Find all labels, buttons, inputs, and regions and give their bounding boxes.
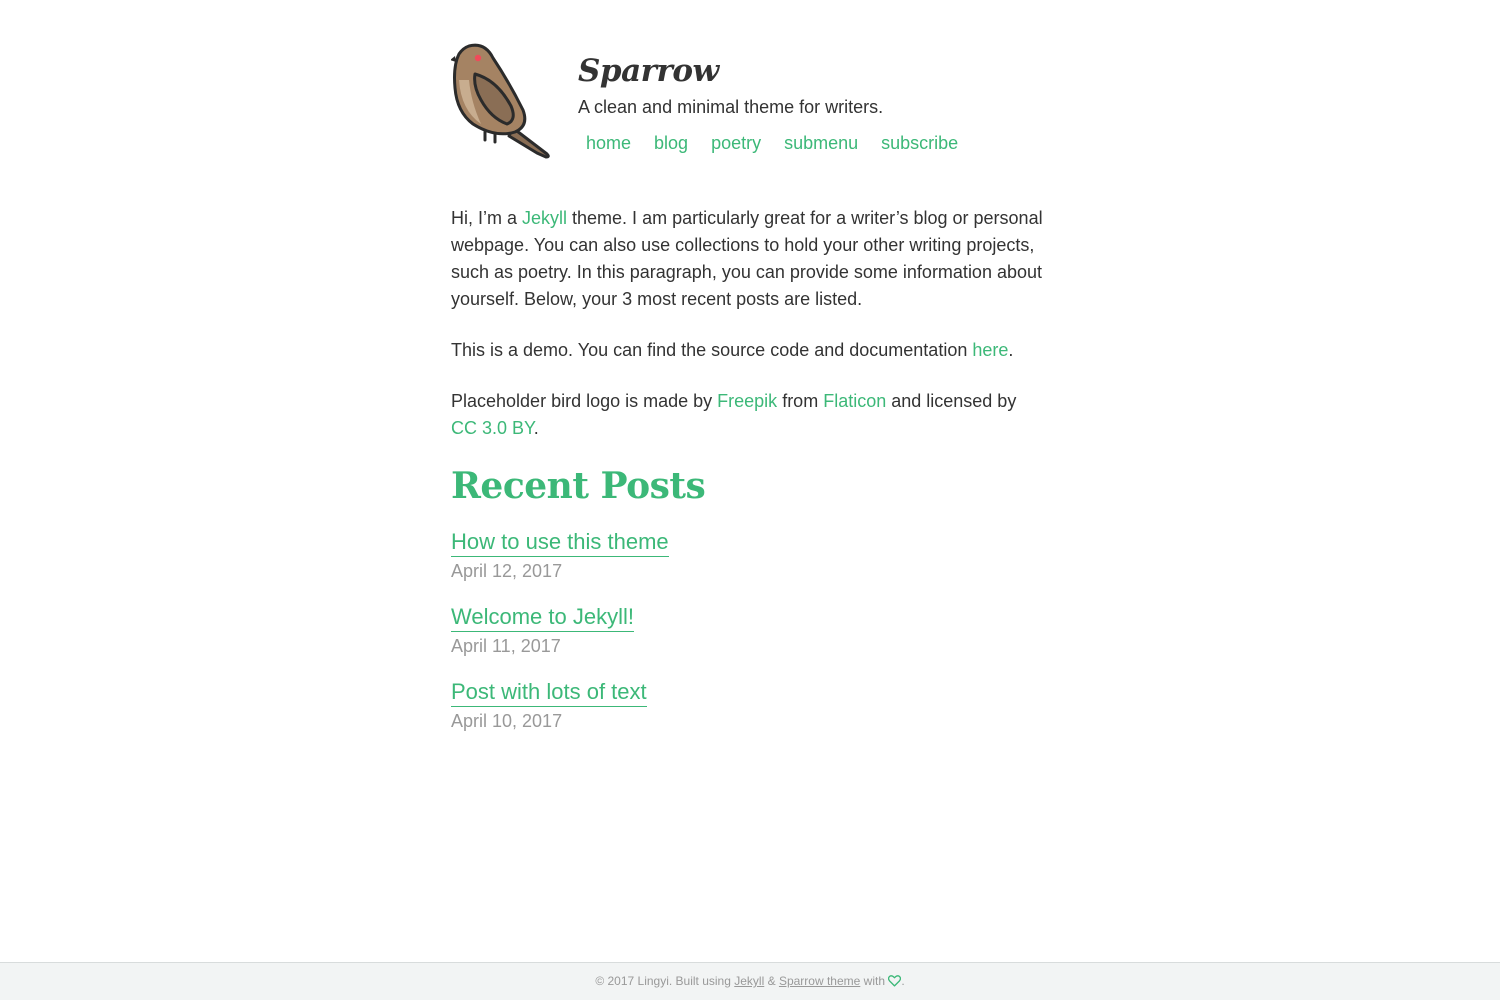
credits-text-3: and licensed by [886,391,1017,411]
credits-end: . [533,418,539,438]
heart-icon [888,975,902,987]
site-header: Sparrow A clean and minimal theme for wr… [451,40,1046,160]
post-date: April 11, 2017 [451,636,561,656]
brand: Sparrow A clean and minimal theme for wr… [578,54,958,154]
site-description: A clean and minimal theme for writers. [578,97,884,117]
post-title-link[interactable]: Post with lots of text [451,678,647,707]
post-title-link[interactable]: Welcome to Jekyll! [451,603,634,632]
footer-with: with [860,974,889,988]
nav-blog[interactable]: blog [654,132,688,154]
post-item: Post with lots of text April 10, 2017 [451,678,1046,733]
footer-copyright: © 2017 Lingyi. Built using [595,974,735,988]
post-item: Welcome to Jekyll! April 11, 2017 [451,603,1046,658]
page: Sparrow A clean and minimal theme for wr… [0,0,1500,1000]
nav-submenu[interactable]: submenu [784,132,858,154]
nav-poetry[interactable]: poetry [711,132,761,154]
demo-end: . [1008,340,1014,360]
footer-jekyll-link[interactable]: Jekyll [734,974,764,988]
post-item: How to use this theme April 12, 2017 [451,528,1046,583]
credits-text-2: from [777,391,824,411]
credits-text-1: Placeholder bird logo is made by [451,391,718,411]
nav-subscribe[interactable]: subscribe [881,132,958,154]
post-date: April 12, 2017 [451,561,563,581]
recent-posts-heading: Recent Posts [451,465,706,507]
main-nav: home blog poetry submenu subscribe [586,132,958,154]
license-link[interactable]: CC 3.0 BY [451,418,534,438]
demo-paragraph: This is a demo. You can find the source … [451,337,1046,364]
post-date: April 10, 2017 [451,711,563,731]
site-title[interactable]: Sparrow [578,54,958,88]
source-link[interactable]: here [972,340,1008,360]
freepik-link[interactable]: Freepik [717,391,777,411]
site-footer: © 2017 Lingyi. Built using Jekyll & Spar… [0,962,1500,1000]
nav-home[interactable]: home [586,132,631,154]
demo-text: This is a demo. You can find the source … [451,340,973,360]
footer-theme-link[interactable]: Sparrow theme [779,974,860,988]
jekyll-link[interactable]: Jekyll [522,208,567,228]
credits-paragraph: Placeholder bird logo is made by Freepik… [451,388,1046,442]
post-title-link[interactable]: How to use this theme [451,528,669,557]
sparrow-bird-icon[interactable] [451,40,553,160]
intro-text-1: Hi, I’m a [451,208,523,228]
flaticon-link[interactable]: Flaticon [823,391,886,411]
footer-end: . [901,974,905,988]
main-container: Sparrow A clean and minimal theme for wr… [451,40,1046,753]
intro-content: Hi, I’m a Jekyll theme. I am particularl… [451,205,1046,733]
footer-ampersand: & [764,974,779,988]
intro-paragraph: Hi, I’m a Jekyll theme. I am particularl… [451,205,1046,313]
